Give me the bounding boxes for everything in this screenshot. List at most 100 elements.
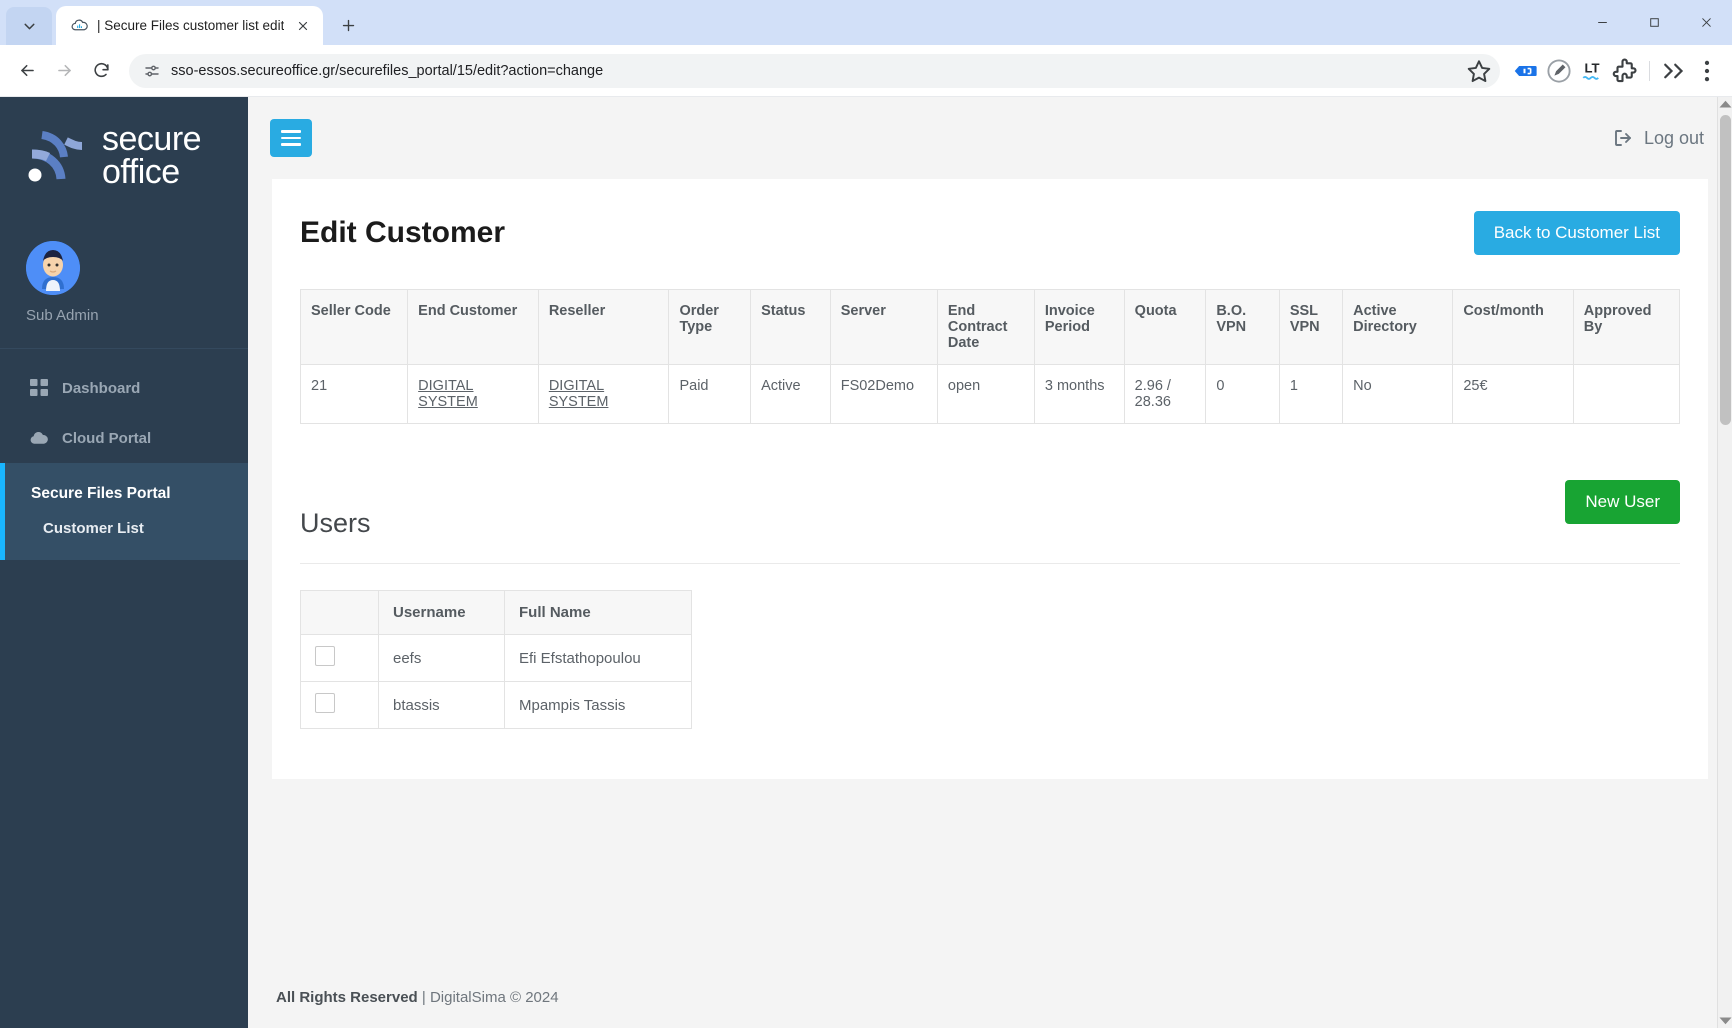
- col-full-name: Full Name: [504, 590, 692, 635]
- cell-full-name: Efi Efstathopoulou: [504, 634, 692, 682]
- row-checkbox[interactable]: [315, 646, 335, 666]
- cell-order-type: Paid: [668, 364, 752, 424]
- cloud-icon: [30, 429, 48, 447]
- col-username: Username: [378, 590, 505, 635]
- sidebar-item-customer-list[interactable]: Customer List: [5, 511, 248, 546]
- col-cost-month: Cost/month: [1452, 289, 1574, 365]
- table-row: btassis Mpampis Tassis: [300, 681, 692, 729]
- sidebar-user[interactable]: Sub Admin: [0, 215, 248, 349]
- end-customer-link[interactable]: DIGITAL SYSTEM: [418, 378, 478, 410]
- extensions-puzzle-icon[interactable]: [1610, 56, 1640, 86]
- logout-button[interactable]: Log out: [1613, 128, 1704, 149]
- users-title: Users: [300, 508, 371, 538]
- cell-username: btassis: [378, 681, 505, 729]
- brand-logo[interactable]: secure office: [0, 97, 248, 215]
- scrollbar-thumb[interactable]: [1720, 115, 1731, 425]
- scroll-down-icon[interactable]: [1718, 1013, 1732, 1028]
- reseller-link[interactable]: DIGITAL SYSTEM: [549, 378, 609, 410]
- users-table: Username Full Name eefs Efi Efstathopoul…: [300, 590, 692, 729]
- secureoffice-logo-icon: [26, 127, 88, 185]
- cell-seller-code: 21: [299, 364, 409, 424]
- hamburger-icon[interactable]: [270, 119, 312, 157]
- edit-customer-card: Edit Customer Back to Customer List Sell…: [272, 179, 1708, 779]
- sidebar-user-name: Sub Admin: [26, 307, 99, 324]
- edit-pencil-icon[interactable]: [1544, 56, 1574, 86]
- col-ssl-vpn: SSL VPN: [1278, 289, 1344, 365]
- profile-icon[interactable]: [1659, 56, 1689, 86]
- tab-title: | Secure Files customer list edit: [97, 18, 285, 33]
- new-tab-button[interactable]: [333, 10, 363, 40]
- table-row: eefs Efi Efstathopoulou: [300, 634, 692, 682]
- sidebar-item-secure-files-portal[interactable]: Secure Files Portal: [5, 477, 248, 511]
- sidebar-item-label: Cloud Portal: [62, 429, 152, 447]
- reload-icon[interactable]: [84, 54, 118, 88]
- sidebar-section-secure-files-portal: Secure Files Portal Customer List: [0, 463, 248, 560]
- customer-table-header-row: Seller Code End Customer Reseller Order …: [299, 289, 1681, 365]
- cell-bo-vpn: 0: [1205, 364, 1280, 424]
- col-seller-code: Seller Code: [299, 289, 409, 365]
- sidebar-item-dashboard[interactable]: Dashboard: [0, 363, 248, 413]
- cell-status: Active: [750, 364, 831, 424]
- cell-end-customer: DIGITAL SYSTEM: [407, 364, 539, 424]
- browser-toolbar: sso-essos.secureoffice.gr/securefiles_po…: [0, 45, 1732, 97]
- back-arrow-icon[interactable]: [10, 54, 44, 88]
- site-info-icon[interactable]: [143, 62, 161, 80]
- sidebar-item-cloud-portal[interactable]: Cloud Portal: [0, 413, 248, 463]
- cell-end-contract-date: open: [936, 364, 1035, 424]
- grid-icon: [30, 379, 48, 397]
- table-row: 21 DIGITAL SYSTEM DIGITAL SYSTEM Paid Ac…: [299, 364, 1681, 424]
- footer-text: | DigitalSima © 2024: [421, 989, 559, 1006]
- minimize-icon[interactable]: [1576, 0, 1628, 45]
- avatar: [26, 241, 80, 295]
- toolbar-divider: [1649, 60, 1650, 81]
- svg-text:LT: LT: [1584, 60, 1599, 75]
- brand-line-1: secure: [102, 119, 202, 158]
- users-table-wrapper: Username Full Name eefs Efi Efstathopoul…: [300, 563, 1680, 729]
- users-header-row: Username Full Name: [300, 590, 692, 635]
- col-reseller: Reseller: [537, 289, 670, 365]
- maximize-icon[interactable]: [1628, 0, 1680, 45]
- bookmark-star-icon[interactable]: [1466, 58, 1492, 84]
- browser-tab[interactable]: | Secure Files customer list edit: [56, 6, 324, 45]
- window-controls: [1576, 0, 1732, 45]
- cell-full-name: Mpampis Tassis: [504, 681, 692, 729]
- sidebar-item-label: Dashboard: [62, 379, 141, 397]
- col-approved-by: Approved By: [1572, 289, 1681, 365]
- back-to-customer-list-button[interactable]: Back to Customer List: [1473, 211, 1680, 255]
- sidebar: secure office Sub Admin Dashboard Cloud …: [0, 97, 248, 1028]
- forward-arrow-icon[interactable]: [47, 54, 81, 88]
- languagetool-icon[interactable]: LT: [1577, 56, 1607, 86]
- cell-cost-month: 25€: [1452, 364, 1574, 424]
- col-quota: Quota: [1123, 289, 1207, 365]
- address-bar[interactable]: sso-essos.secureoffice.gr/securefiles_po…: [129, 53, 1500, 88]
- page-footer: All Rights Reserved | DigitalSima © 2024: [248, 965, 1732, 1028]
- reading-list-icon[interactable]: [1511, 56, 1541, 86]
- col-invoice-period: Invoice Period: [1033, 289, 1125, 365]
- footer-strong: All Rights Reserved: [276, 989, 418, 1006]
- sidebar-nav: Dashboard Cloud Portal Secure Files Port…: [0, 349, 248, 560]
- close-window-icon[interactable]: [1680, 0, 1732, 45]
- chrome-menu-icon[interactable]: [1692, 56, 1722, 86]
- page-scrollbar[interactable]: [1717, 97, 1732, 1028]
- browser-window: | Secure Files customer list edit sso-es…: [0, 0, 1732, 1028]
- card-header: Edit Customer Back to Customer List: [300, 211, 1680, 255]
- col-order-type: Order Type: [668, 289, 752, 365]
- col-bo-vpn: B.O. VPN: [1205, 289, 1280, 365]
- tab-strip: | Secure Files customer list edit: [0, 0, 1732, 45]
- url-text: sso-essos.secureoffice.gr/securefiles_po…: [171, 62, 604, 79]
- cloud-chart-icon: [70, 17, 88, 35]
- page-title: Edit Customer: [300, 216, 506, 249]
- new-user-button[interactable]: New User: [1565, 479, 1680, 524]
- main-content: Log out Edit Customer Back to Customer L…: [248, 97, 1732, 1028]
- row-checkbox[interactable]: [315, 693, 335, 713]
- brand-name: secure office: [102, 119, 202, 191]
- brand-line-2: office: [102, 153, 180, 191]
- close-icon[interactable]: [293, 16, 313, 36]
- content-topbar: Log out: [248, 97, 1732, 179]
- scroll-up-icon[interactable]: [1718, 97, 1732, 112]
- col-end-customer: End Customer: [407, 289, 539, 365]
- cell-quota: 2.96 / 28.36: [1123, 364, 1207, 424]
- cell-active-directory: No: [1342, 364, 1454, 424]
- cell-username: eefs: [378, 634, 505, 682]
- tab-search-chevron-icon[interactable]: [6, 7, 52, 45]
